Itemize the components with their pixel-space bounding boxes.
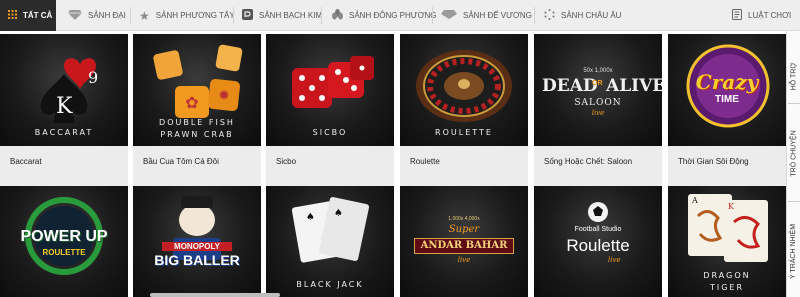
game-thumbnail: ✿ ✹ DOUBLE FISH PRAWN CRAB — [133, 34, 261, 146]
live-badge: live — [457, 256, 471, 264]
baccarat-card-letter: K — [56, 94, 73, 119]
circle-stars-icon — [544, 9, 555, 22]
game-art-label: ROULETTE — [435, 128, 493, 137]
live-badge: live — [591, 109, 605, 117]
game-thumbnail: Football Studio Roulette live — [534, 186, 662, 297]
time-title: TIME — [715, 94, 739, 105]
chat-tab[interactable]: TRÒ CHUYỆN — [787, 107, 800, 199]
support-tab[interactable]: HỖ TRỢ — [787, 51, 800, 101]
game-art-label: BLACK JACK — [296, 280, 364, 289]
doa-title-alive: ALIVE — [606, 76, 662, 96]
game-thumbnail: 50x 1,000x DEAD OR ALIVE SALOON live — [534, 34, 662, 146]
tab-sanh-chau-au[interactable]: SẢNH CHÂU ÂU — [544, 0, 621, 31]
game-art-label-line2: PRAWN CRAB — [160, 130, 234, 139]
game-title: Roulette — [400, 146, 528, 186]
tab-label: SẢNH BẠCH KIM — [259, 11, 323, 20]
grid-icon — [8, 10, 17, 21]
game-art-label-line1: DOUBLE FISH — [159, 118, 235, 127]
svg-text:✿: ✿ — [185, 93, 198, 112]
game-title: Thời Gian Sôi Động — [668, 146, 786, 186]
crazy-title: Crazy — [695, 70, 759, 94]
doa-subtitle: SALOON — [574, 98, 622, 108]
rules-button[interactable]: LUẬT CHƠI — [732, 0, 791, 31]
game-thumbnail: SICBO — [266, 34, 394, 146]
tab-label: SẢNH CHÂU ÂU — [561, 11, 622, 20]
chat-label: TRÒ CHUYỆN — [790, 129, 798, 177]
tab-sanh-phuong-tay[interactable]: ★ SẢNH PHƯƠNG TÂY — [139, 0, 235, 31]
flower-icon — [332, 8, 343, 23]
dragon-tiger-cards-art — [688, 194, 768, 262]
platinum-icon — [242, 9, 253, 22]
tab-label: SẢNH ĐẾ VƯƠNG — [463, 11, 532, 20]
rail-divider — [788, 103, 800, 104]
tab-label: TẤT CẢ — [23, 11, 53, 20]
tab-divider — [534, 7, 535, 24]
game-thumbnail: A K DRAGON TIGER — [668, 186, 786, 297]
svg-text:✹: ✹ — [218, 88, 230, 104]
card-letter-k: K — [728, 202, 734, 211]
game-title: Baccarat — [0, 146, 128, 186]
star-icon: ★ — [139, 8, 150, 23]
game-title: Sicbo — [266, 146, 394, 186]
football-studio-label: Football Studio — [574, 226, 622, 233]
tab-sanh-de-vuong[interactable]: SẢNH ĐẾ VƯƠNG — [441, 0, 532, 31]
fs-roulette-title: Roulette — [566, 236, 630, 255]
gem-icon — [441, 10, 457, 21]
svg-text:♠: ♠ — [334, 208, 343, 219]
tiger-label: TIGER — [709, 283, 745, 292]
game-title: Sống Hoặc Chết: Saloon — [534, 146, 662, 186]
responsible-tab[interactable]: Ý TRÁCH NHIỆM — [787, 205, 800, 297]
book-icon — [732, 9, 742, 22]
horizontal-scrollbar[interactable] — [150, 293, 280, 297]
game-thumbnail: MONOPOLY BIG BALLER — [133, 186, 261, 297]
game-thumbnail: ♠ ♠ BLACK JACK — [266, 186, 394, 297]
bigballer-title: BIG BALLER — [154, 252, 240, 268]
tab-divider — [321, 7, 322, 24]
tab-label: SẢNH ĐÔNG PHƯƠNG — [349, 11, 437, 20]
powerup-title: POWER UP — [20, 228, 108, 245]
andar-multiplier-text: 1,000x 4,000x — [448, 216, 480, 222]
game-art-label: BACCARAT — [34, 128, 94, 137]
super-label: Super — [448, 224, 480, 235]
tab-divider — [432, 7, 433, 24]
svg-text:♠: ♠ — [306, 212, 315, 223]
rail-divider — [788, 201, 800, 202]
tab-sanh-dong-phuong[interactable]: SẢNH ĐÔNG PHƯƠNG — [332, 0, 436, 31]
tab-label: SẢNH ĐẠI — [88, 11, 126, 20]
game-thumbnail: Crazy TIME — [668, 34, 796, 146]
rules-label: LUẬT CHƠI — [748, 11, 792, 20]
tab-sanh-bach-kim[interactable]: SẢNH BẠCH KIM — [242, 0, 322, 31]
doa-title-or: OR — [592, 80, 603, 87]
game-art-label: SICBO — [312, 128, 348, 137]
live-badge: live — [608, 256, 621, 264]
game-title: Bầu Cua Tôm Cá Đôi — [133, 146, 261, 186]
card-letter-a: A — [692, 196, 698, 205]
doa-multiplier-text: 50x 1,000x — [583, 68, 613, 74]
baccarat-card-number: 9 — [88, 68, 99, 87]
tab-label: SẢNH PHƯƠNG TÂY — [155, 11, 235, 20]
monopoly-logo: MONOPOLY — [162, 242, 232, 251]
dragon-label: DRAGON — [703, 271, 751, 280]
doa-title-dead: DEAD — [542, 76, 598, 96]
powerup-subtitle: ROULETTE — [42, 248, 86, 257]
support-label: HỖ TRỢ — [790, 62, 798, 90]
game-thumbnail: K 9 BACCARAT — [0, 34, 128, 146]
tab-divider — [233, 7, 234, 24]
responsible-label: Ý TRÁCH NHIỆM — [790, 223, 798, 279]
side-rail: HỖ TRỢ TRÒ CHUYỆN Ý TRÁCH NHIỆM — [786, 31, 800, 297]
game-category-tabbar: TẤT CẢ SẢNH ĐẠI ★ SẢNH PHƯƠNG TÂY SẢNH B… — [0, 0, 800, 31]
game-thumbnail: 1,000x 4,000x Super ANDAR BAHAR live — [400, 186, 528, 297]
tab-divider — [130, 7, 131, 24]
tab-sanh-dai[interactable]: SẢNH ĐẠI — [68, 0, 126, 31]
game-thumbnail: ROULETTE — [400, 34, 528, 146]
andar-bahar-title: ANDAR BAHAR — [414, 238, 514, 254]
game-thumbnail: POWER UP ROULETTE — [0, 186, 128, 297]
diamond-icon — [68, 9, 82, 22]
tab-all[interactable]: TẤT CẢ — [0, 0, 56, 31]
